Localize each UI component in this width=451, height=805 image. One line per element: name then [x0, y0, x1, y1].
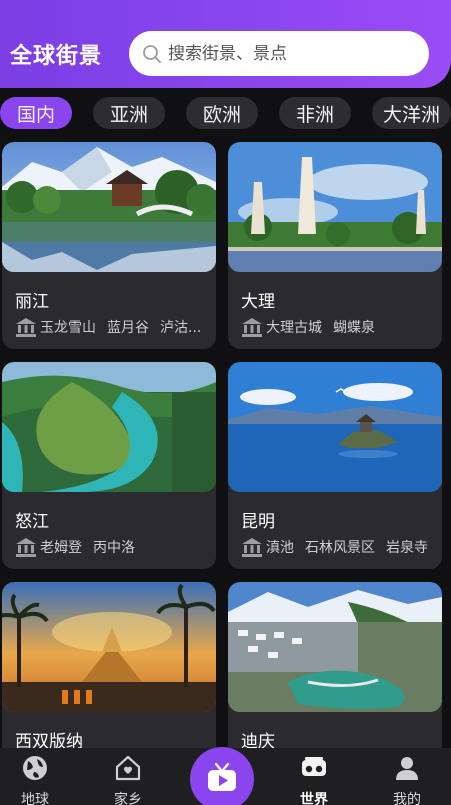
city-card[interactable]: 怒江 老姆登 丙中洛 — [2, 362, 216, 569]
tab-oceania[interactable]: 大洋洲 — [372, 97, 451, 129]
city-photo — [228, 362, 442, 492]
nav-earth[interactable]: 地球 — [5, 748, 65, 805]
city-photo — [2, 582, 216, 712]
tv-icon — [208, 762, 236, 791]
center-tv-button[interactable] — [190, 747, 254, 805]
city-name: 怒江 — [15, 512, 49, 532]
nav-label: 世界 — [300, 792, 328, 805]
nav-label: 我的 — [393, 792, 421, 805]
spot-name: 蝴蝶泉 — [333, 320, 375, 336]
search-icon — [143, 44, 161, 63]
spot-list: 老姆登 丙中洛 — [15, 537, 211, 557]
city-card[interactable]: 大理 大理古城 蝴蝶泉 — [228, 142, 442, 349]
app-title: 全球街景 — [10, 44, 103, 69]
tab-asia[interactable]: 亚洲 — [93, 97, 165, 129]
vr-glasses-icon — [302, 757, 326, 776]
nav-label: 地球 — [21, 792, 49, 805]
tab-europe[interactable]: 欧洲 — [186, 97, 258, 129]
spot-name: 丙中洛 — [93, 540, 135, 556]
city-photo — [228, 142, 442, 272]
city-name: 丽江 — [15, 292, 49, 312]
search-bar[interactable] — [129, 31, 429, 76]
city-photo — [228, 582, 442, 712]
landmark-icon — [242, 538, 262, 557]
spot-name: 岩泉寺 — [386, 540, 428, 556]
user-icon — [396, 757, 418, 780]
nav-world[interactable]: 世界 — [284, 748, 344, 805]
nav-label: 家乡 — [114, 792, 142, 805]
spot-name: 玉龙雪山 — [40, 320, 96, 336]
spot-list: 大理古城 蝴蝶泉 — [241, 317, 437, 337]
home-icon — [115, 755, 141, 781]
nav-hometown[interactable]: 家乡 — [98, 748, 158, 805]
spot-name: 大理古城 — [266, 320, 322, 336]
nav-me[interactable]: 我的 — [377, 748, 437, 805]
spot-name: 石林风景区 — [305, 540, 375, 556]
city-name: 大理 — [241, 292, 275, 312]
landmark-icon — [242, 318, 262, 337]
spot-name: 滇池 — [266, 540, 294, 556]
city-photo — [2, 142, 216, 272]
spot-list: 玉龙雪山 蓝月谷 泸沽... — [15, 317, 211, 337]
city-photo — [2, 362, 216, 492]
city-card[interactable]: 昆明 滇池 石林风景区 岩泉寺 — [228, 362, 442, 569]
landmark-icon — [16, 538, 36, 557]
spot-name: 泸沽... — [160, 320, 202, 336]
spot-list: 滇池 石林风景区 岩泉寺 — [241, 537, 437, 557]
city-card[interactable]: 丽江 玉龙雪山 蓝月谷 泸沽... — [2, 142, 216, 349]
spot-name: 蓝月谷 — [107, 320, 149, 336]
tab-domestic[interactable]: 国内 — [0, 97, 72, 129]
app-header: 全球街景 — [0, 0, 451, 88]
tab-africa[interactable]: 非洲 — [279, 97, 351, 129]
search-input[interactable] — [168, 43, 408, 64]
globe-icon — [23, 756, 47, 780]
spot-name: 老姆登 — [40, 540, 82, 556]
city-name: 昆明 — [241, 512, 275, 532]
landmark-icon — [16, 318, 36, 337]
region-tabs: 国内 亚洲 欧洲 非洲 大洋洲 — [0, 97, 451, 131]
